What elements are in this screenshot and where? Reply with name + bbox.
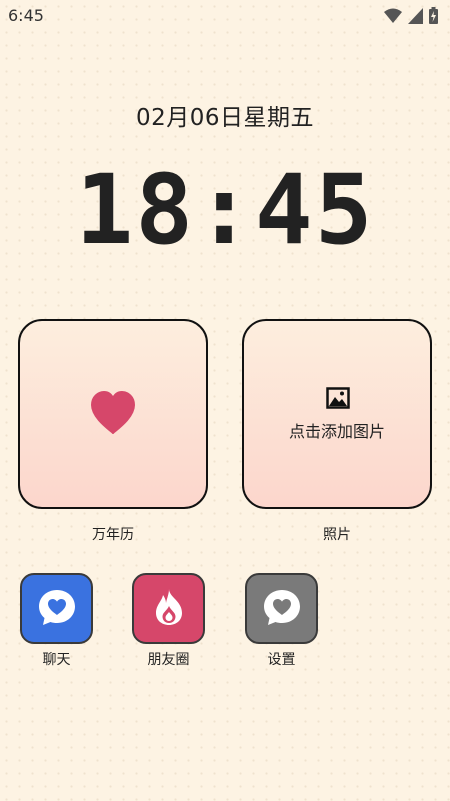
flame-icon <box>152 587 186 631</box>
status-bar: 6:45 <box>0 0 450 32</box>
calendar-widget-label: 万年历 <box>92 527 134 543</box>
status-time: 6:45 <box>8 6 44 25</box>
battery-charging-icon <box>429 7 438 24</box>
clock-display: 18:45 <box>75 154 375 266</box>
date-display: 02月06日星期五 <box>135 105 315 131</box>
settings-app-icon[interactable] <box>245 573 318 644</box>
image-icon <box>326 387 350 409</box>
chat-heart-icon <box>37 587 77 631</box>
settings-app-label: 设置 <box>267 652 296 668</box>
calendar-widget[interactable] <box>18 319 208 509</box>
chat-heart-icon <box>262 587 302 631</box>
heart-icon <box>90 391 136 435</box>
moments-app-label: 朋友圈 <box>147 652 190 668</box>
add-photo-text: 点击添加图片 <box>288 422 385 441</box>
chat-app-icon[interactable] <box>20 573 93 644</box>
chat-app-label: 聊天 <box>42 652 71 668</box>
photo-widget[interactable]: 点击添加图片 <box>242 319 432 509</box>
status-icons <box>384 7 438 24</box>
cellular-signal-icon <box>408 7 423 24</box>
wifi-icon <box>384 8 402 24</box>
photo-widget-label: 照片 <box>323 527 351 543</box>
moments-app-icon[interactable] <box>132 573 205 644</box>
